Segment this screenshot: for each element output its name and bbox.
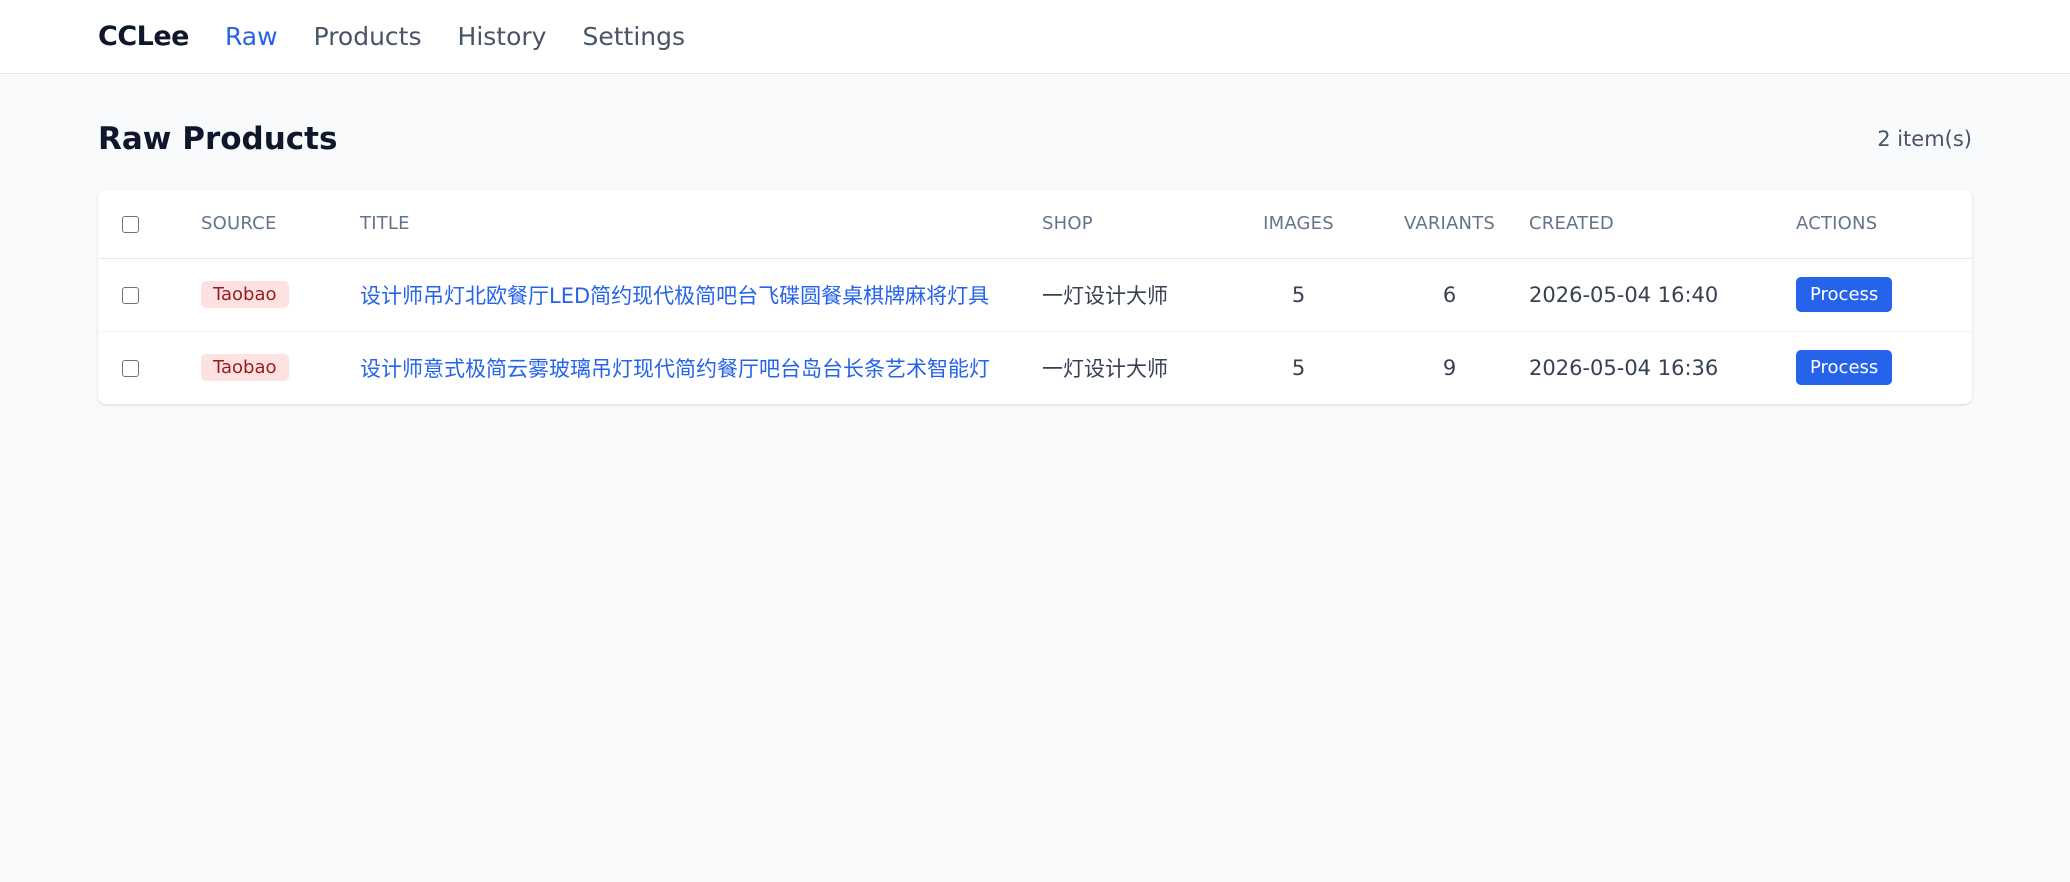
images-cell: 5: [1291, 355, 1306, 380]
created-cell: 2026-05-04 16:40: [1529, 258, 1796, 332]
actions-cell: Process: [1796, 258, 1972, 332]
table-row: Taobao 设计师吊灯北欧餐厅LED简约现代极简吧台飞碟圆餐桌棋牌麻将灯具 一…: [98, 258, 1972, 332]
product-title-link[interactable]: 设计师吊灯北欧餐厅LED简约现代极简吧台飞碟圆餐桌棋牌麻将灯具: [360, 284, 989, 308]
row-select-cell: [98, 331, 201, 404]
main-content: Raw Products 2 item(s) SOURCE TITLE SHOP…: [0, 74, 2070, 404]
nav-link-raw[interactable]: Raw: [225, 22, 278, 51]
images-cell: 5: [1227, 258, 1370, 332]
source-badge: Taobao: [201, 281, 289, 308]
variants-cell: 9: [1442, 355, 1457, 380]
item-count: 2 item(s): [1877, 127, 1972, 151]
table-header-row: SOURCE TITLE SHOP IMAGES VARIANTS CREATE…: [98, 190, 1972, 259]
page-header: Raw Products 2 item(s): [98, 74, 1972, 190]
top-navbar: CCLee Raw Products History Settings: [0, 0, 2070, 74]
row-select-cell: [98, 258, 201, 332]
created-cell: 2026-05-04 16:36: [1529, 355, 1719, 380]
raw-products-table-card: SOURCE TITLE SHOP IMAGES VARIANTS CREATE…: [98, 190, 1972, 404]
header-shop: SHOP: [1042, 190, 1227, 259]
shop-cell: 一灯设计大师: [1042, 258, 1227, 332]
source-cell: Taobao: [201, 331, 360, 404]
process-button[interactable]: Process: [1796, 350, 1893, 386]
header-variants: VARIANTS: [1370, 190, 1529, 259]
title-cell: 设计师意式极简云雾玻璃吊灯现代简约餐厅吧台岛台长条艺术智能灯: [360, 331, 1042, 404]
header-created: CREATED: [1529, 190, 1796, 259]
product-title-link[interactable]: 设计师意式极简云雾玻璃吊灯现代简约餐厅吧台岛台长条艺术智能灯: [360, 357, 990, 381]
header-title: TITLE: [360, 190, 1042, 259]
brand-logo[interactable]: CCLee: [98, 21, 189, 52]
row-checkbox[interactable]: [122, 360, 139, 378]
nav-link-history[interactable]: History: [458, 22, 547, 51]
title-cell: 设计师吊灯北欧餐厅LED简约现代极简吧台飞碟圆餐桌棋牌麻将灯具: [360, 258, 1042, 332]
raw-products-table: SOURCE TITLE SHOP IMAGES VARIANTS CREATE…: [98, 190, 1972, 404]
source-cell: Taobao: [201, 258, 360, 332]
row-checkbox[interactable]: [122, 287, 139, 304]
header-actions: ACTIONS: [1796, 190, 1972, 259]
nav-link-products[interactable]: Products: [314, 22, 422, 51]
header-source: SOURCE: [201, 190, 360, 259]
variants-cell: 6: [1370, 258, 1529, 332]
nav-link-settings[interactable]: Settings: [582, 22, 685, 51]
header-select-all-cell: [98, 190, 201, 259]
select-all-checkbox[interactable]: [122, 215, 139, 233]
actions-cell: Process: [1796, 331, 1972, 404]
page-title: Raw Products: [98, 121, 338, 157]
shop-cell: 一灯设计大师: [1042, 356, 1168, 381]
table-row: Taobao 设计师意式极简云雾玻璃吊灯现代简约餐厅吧台岛台长条艺术智能灯 一灯…: [98, 331, 1972, 404]
process-button[interactable]: Process: [1796, 277, 1893, 312]
source-badge: Taobao: [201, 354, 289, 382]
header-images: IMAGES: [1227, 190, 1370, 259]
